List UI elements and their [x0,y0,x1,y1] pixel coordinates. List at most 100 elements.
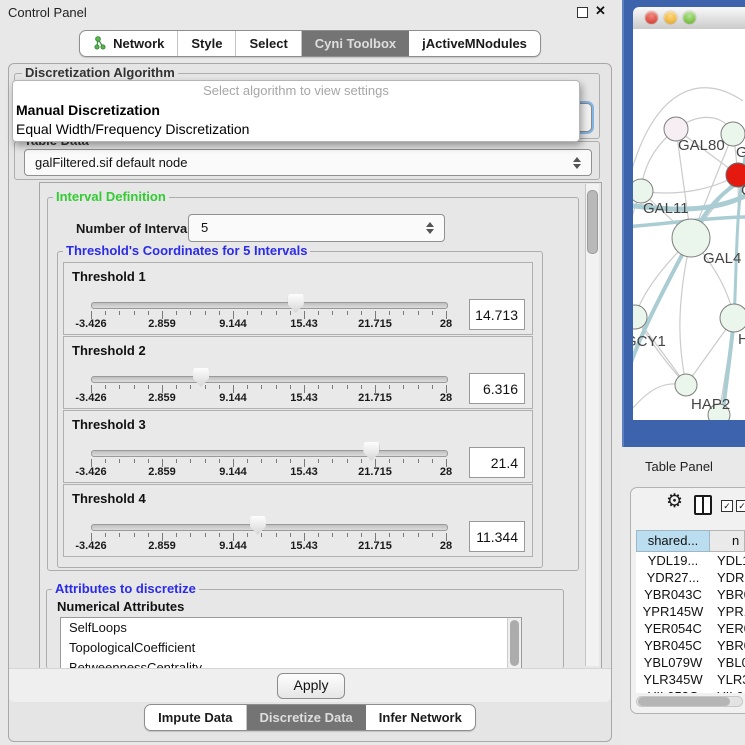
minimize-traffic-light-icon[interactable] [664,11,677,24]
node-label-partial: H [738,331,745,348]
numerical-attributes-label: Numerical Attributes [57,599,184,614]
table-row[interactable]: YPR145WYPR1 [636,603,745,620]
threshold-2-slider[interactable] [91,376,448,383]
node-label-gal4: GAL4 [703,250,741,267]
control-panel-titlebar: Control Panel ✕ [0,0,620,26]
tab-style-label: Style [191,36,222,51]
dropdown-prompt: Select algorithm to view settings [13,81,579,101]
column-header-shared-name[interactable]: shared... [636,530,710,552]
number-of-intervals-label: Number of Intervals [76,221,198,236]
tab-impute-data[interactable]: Impute Data [145,705,246,730]
interval-definition-title: Interval Definition [53,190,169,204]
tab-discretize-data[interactable]: Discretize Data [247,705,366,730]
dropdown-item-manual-discretization[interactable]: Manual Discretization [13,101,579,120]
close-traffic-light-icon[interactable] [645,11,658,24]
tab-cyni-toolbox[interactable]: Cyni Toolbox [302,31,409,56]
threshold-label: Threshold 3 [72,417,146,432]
threshold-label: Threshold 2 [72,343,146,358]
network-icon [93,36,107,51]
top-tab-bar: Network Style Select Cyni Toolbox jActiv… [0,30,620,57]
node-label-partial: C [741,182,745,199]
node-label-gal11: GAL11 [643,200,689,217]
settings-vertical-scrollbar[interactable] [585,184,599,666]
list-item[interactable]: TopologicalCoefficient [61,638,521,658]
cell: YPR1 [710,603,745,620]
threshold-4-slider[interactable] [91,524,448,531]
gear-icon[interactable]: ⚙ [666,492,683,511]
table-row[interactable]: YIL052CYIL0 [636,688,745,693]
tab-jactivemnodules[interactable]: jActiveMNodules [409,31,540,56]
threshold-2-value-field[interactable]: 6.316 [469,373,525,404]
threshold-label: Threshold 4 [72,491,146,506]
combo-spinner-icon [426,222,435,234]
node-label-hap2: HAP2 [691,396,730,413]
network-window-titlebar[interactable] [633,7,745,30]
network-canvas[interactable]: GAL80 GA C GAL11 GAL4 GCY1 H HAP2 [633,29,745,420]
thresholds-group-title: Threshold's Coordinates for 5 Intervals [63,244,310,258]
table-panel-title: Table Panel [645,459,713,474]
table-row[interactable]: YBR043CYBR0 [636,586,745,603]
table-row[interactable]: YLR345WYLR3 [636,671,745,688]
cell: YBL079W [636,654,710,671]
attributes-group-title: Attributes to discretize [52,582,199,596]
threshold-1-slider[interactable] [91,302,448,309]
zoom-traffic-light-icon[interactable] [683,11,696,24]
number-of-intervals-value: 5 [201,215,208,241]
split-view-icon[interactable] [694,495,712,515]
cell: YDR27... [636,569,710,586]
close-icon[interactable]: ✕ [595,3,606,19]
number-of-intervals-combobox[interactable]: 5 [188,214,445,242]
table-row[interactable]: YDR27...YDR2 [636,569,745,586]
numerical-attributes-list: SelfLoops TopologicalCoefficient Between… [60,617,522,670]
cell: YDL19... [636,552,710,569]
slider-tick-labels: -3.4262.8599.14415.4321.71528 [91,466,446,479]
tab-style[interactable]: Style [178,31,236,56]
threshold-4-value-field[interactable]: 11.344 [469,521,525,552]
threshold-3-value-field[interactable]: 21.4 [469,447,525,478]
cell: YPR145W [636,603,710,620]
tab-select[interactable]: Select [236,31,301,56]
apply-button[interactable]: Apply [277,673,345,699]
tab-discretize-label: Discretize Data [260,710,353,725]
algorithm-dropdown-popup: Select algorithm to view settings Manual… [12,80,580,142]
cell: YLR345W [636,671,710,688]
tab-select-label: Select [249,36,287,51]
cell: YER054C [636,620,710,637]
list-vertical-scrollbar[interactable] [507,618,521,669]
list-scrollbar-thumb[interactable] [510,620,519,666]
threshold-panel: Threshold 1 -3.4262.8599.14415.4321.7152… [63,262,533,335]
table-data-combobox[interactable]: galFiltered.sif default node [24,149,592,176]
table-row[interactable]: YBL079WYBL0 [636,654,745,671]
cell: YBR043C [636,586,710,603]
dropdown-item-equal-width-frequency[interactable]: Equal Width/Frequency Discretization [13,120,579,139]
list-item[interactable]: SelfLoops [61,618,521,638]
column-header-name[interactable]: n [710,530,745,552]
tab-impute-label: Impute Data [158,710,232,725]
node-label-gcy1: GCY1 [633,333,666,350]
cell: YLR3 [710,671,745,688]
table-header-row: shared... n [636,530,745,552]
node-hap2[interactable] [675,374,697,396]
threshold-3-slider[interactable] [91,450,448,457]
checkbox-icon[interactable]: ✓ [736,500,745,512]
table-row[interactable]: YDL19...YDL1 [636,552,745,569]
table-row[interactable]: YER054CYER0 [636,620,745,637]
table-row[interactable]: YBR045CYBR0 [636,637,745,654]
tab-network[interactable]: Network [80,31,178,56]
checkbox-icon[interactable]: ✓ [721,500,733,512]
cell: YBR0 [710,586,745,603]
tab-jactive-label: jActiveMNodules [422,36,527,51]
threshold-label: Threshold 1 [72,269,146,284]
cell: YER0 [710,620,745,637]
threshold-1-value-field[interactable]: 14.713 [469,299,525,330]
slider-tick-labels: -3.4262.8599.14415.4321.71528 [91,392,446,405]
node-h[interactable] [720,304,745,332]
cell: YDL1 [710,552,745,569]
table-hscrollbar-thumb[interactable] [638,697,730,706]
cell: YBR0 [710,637,745,654]
tab-infer-network[interactable]: Infer Network [366,705,475,730]
float-window-icon[interactable] [577,7,588,18]
table-data-selected-value: galFiltered.sif default node [35,150,187,175]
table-body: YDL19...YDL1 YDR27...YDR2 YBR043CYBR0 YP… [636,552,745,693]
settings-scrollbar-thumb[interactable] [587,190,598,254]
